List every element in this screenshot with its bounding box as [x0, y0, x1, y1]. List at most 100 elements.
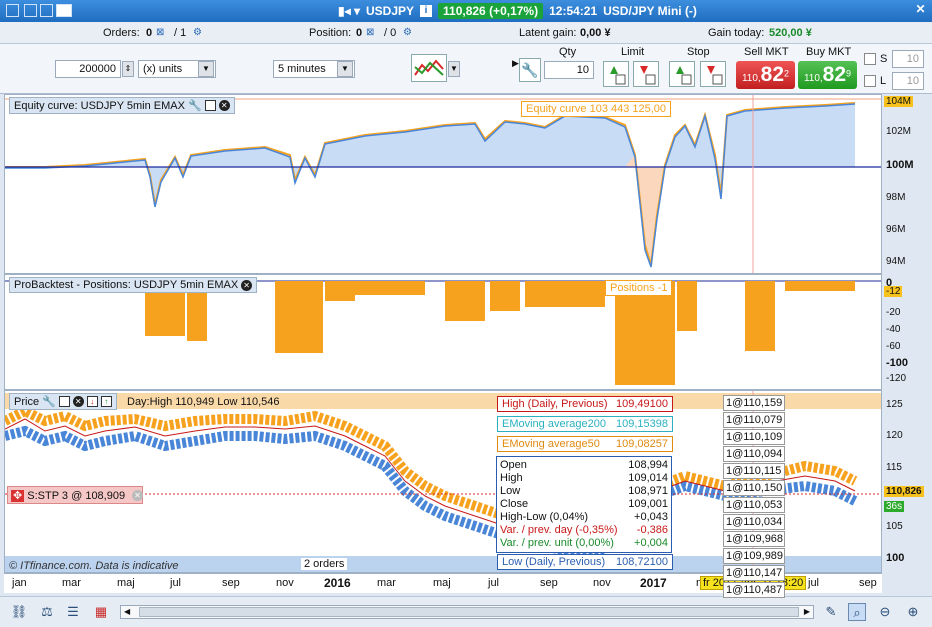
- watermark: © ITfinance.com. Data is indicative: [9, 560, 179, 572]
- chevron-down-icon[interactable]: ▼: [198, 61, 214, 77]
- ladder-item[interactable]: 1@110,109: [723, 429, 785, 445]
- ohlc-label: Var. / prev. day (-0,35%): [500, 524, 618, 536]
- ladder-item[interactable]: 1@110,487: [723, 582, 785, 598]
- move-order-icon[interactable]: ✥: [11, 490, 25, 502]
- stop-loss-input[interactable]: 10: [892, 50, 924, 68]
- layers-icon[interactable]: ▦: [92, 603, 110, 621]
- month-label: jan: [12, 577, 27, 589]
- stop-loss-checkbox[interactable]: [864, 53, 876, 65]
- buy-market-button[interactable]: 110,829: [798, 61, 857, 89]
- chevron-down-icon[interactable]: ▼: [337, 61, 353, 77]
- positions-legend: Positions -1: [605, 280, 673, 296]
- buy-panel-icon[interactable]: ↑: [100, 396, 112, 407]
- keyboard-icon[interactable]: [56, 4, 72, 17]
- ohlc-label: Low: [500, 485, 521, 497]
- scroll-right-icon[interactable]: ▶: [804, 607, 810, 616]
- close-panel-icon[interactable]: ✕: [72, 396, 84, 407]
- pin-icon[interactable]: ▮◂ ▾: [338, 4, 360, 18]
- time-scrollbar[interactable]: ◀ ▶: [120, 605, 814, 619]
- wrench-icon[interactable]: 🔧: [42, 395, 56, 408]
- price-tick-label: 125: [886, 399, 903, 410]
- qty-input[interactable]: 10: [544, 61, 594, 79]
- ohlc-value: 109,001: [628, 498, 668, 510]
- position-gear-icon[interactable]: ⚙: [403, 27, 412, 38]
- wrench-icon[interactable]: 🔧: [188, 99, 202, 112]
- ladder-item[interactable]: 1@110,147: [723, 565, 785, 581]
- buy-stop-icon: [676, 66, 692, 85]
- take-profit-input[interactable]: 10: [892, 72, 924, 90]
- equity-panel-header: Equity curve: USDJPY 5min EMAX 🔧 ✕: [9, 97, 235, 114]
- ohlc-value: 109,014: [628, 472, 668, 484]
- sell-mkt-label: Sell MKT: [744, 46, 789, 58]
- orders-count[interactable]: 2 orders: [301, 558, 348, 570]
- ladder-item[interactable]: 1@109,989: [723, 548, 785, 564]
- ladder-item[interactable]: 1@110,150: [723, 480, 785, 496]
- orders-label: Orders:: [103, 27, 140, 39]
- title-bar: ▮◂ ▾ USDJPY i 110,826 (+0,17%) 12:54:21 …: [0, 0, 932, 22]
- maximize-icon[interactable]: [40, 4, 53, 17]
- cancel-orders-icon[interactable]: ⊠: [156, 27, 164, 38]
- zoom-out-icon[interactable]: ⊖: [876, 603, 894, 621]
- buy-limit-button[interactable]: [603, 61, 629, 87]
- orders-gear-icon[interactable]: ⚙: [193, 27, 202, 38]
- sell-limit-button[interactable]: [633, 61, 659, 87]
- ohlc-value: 108,971: [628, 485, 668, 497]
- equity-tick-label: 94M: [886, 256, 906, 267]
- month-label: nov: [276, 577, 294, 589]
- ladder-item[interactable]: 1@110,159: [723, 395, 785, 411]
- info-icon[interactable]: i: [420, 5, 433, 17]
- scroll-thumb[interactable]: [139, 607, 799, 617]
- ladder-item[interactable]: 1@110,115: [723, 463, 785, 479]
- wrench-icon[interactable]: 🔧: [519, 58, 541, 82]
- take-profit-checkbox[interactable]: [864, 75, 876, 87]
- ladder-item[interactable]: 1@110,053: [723, 497, 785, 513]
- month-label: mar: [377, 577, 396, 589]
- orders-total: / 1: [174, 27, 187, 39]
- positions-tick-label: -100: [886, 357, 909, 369]
- quantity-spinner[interactable]: ⇕: [122, 61, 134, 77]
- zoom-select-icon[interactable]: ⌕: [848, 603, 866, 621]
- close-panel-icon[interactable]: ✕: [218, 100, 230, 111]
- stop-order-tag[interactable]: ✥ S:STP 3 @ 108,909: [7, 486, 143, 504]
- ohlc-row: High 109,014: [500, 472, 668, 485]
- ladder-item[interactable]: 1@110,094: [723, 446, 785, 462]
- close-panel-icon[interactable]: ✕: [241, 279, 253, 291]
- indicator-chart-icon[interactable]: [411, 54, 447, 82]
- positions-panel[interactable]: ProBacktest - Positions: USDJPY 5min EMA…: [4, 274, 882, 390]
- zoom-in-icon[interactable]: ⊕: [904, 603, 922, 621]
- indicator-dropdown[interactable]: ▼: [448, 61, 460, 77]
- take-profit-label: L: [880, 75, 887, 87]
- window-menu-icon[interactable]: [6, 4, 19, 17]
- close-icon[interactable]: ✕: [914, 3, 927, 17]
- maximize-panel-icon[interactable]: [58, 396, 70, 407]
- symbol-selector[interactable]: USDJPY: [366, 4, 414, 18]
- equity-curve-panel[interactable]: Equity curve: USDJPY 5min EMAX 🔧 ✕ Equit…: [4, 94, 882, 274]
- ladder-item[interactable]: 1@109,968: [723, 531, 785, 547]
- minimize-icon[interactable]: [24, 4, 37, 17]
- sell-panel-icon[interactable]: ↓: [86, 396, 98, 407]
- cancel-order-icon[interactable]: ✕: [132, 490, 143, 501]
- indicators-icon[interactable]: ⚖: [38, 603, 56, 621]
- scroll-left-icon[interactable]: ◀: [124, 607, 130, 616]
- latent-gain-value: 0,00 ¥: [580, 27, 611, 39]
- ema200-legend: EMoving average200 109,15398: [497, 416, 673, 432]
- chart-glyph-icon: [414, 59, 444, 76]
- close-position-icon[interactable]: ⊠: [366, 27, 374, 38]
- high-daily-label: High (Daily, Previous): [502, 398, 608, 410]
- drawing-tools-icon[interactable]: ✎: [822, 603, 840, 621]
- ema200-value: 109,15398: [616, 418, 668, 430]
- list-icon[interactable]: ☰: [64, 603, 82, 621]
- positions-panel-header: ProBacktest - Positions: USDJPY 5min EMA…: [9, 277, 258, 293]
- sell-stop-button[interactable]: [700, 61, 726, 87]
- link-chart-icon[interactable]: ⛓: [10, 603, 28, 621]
- position-value: 0: [356, 27, 363, 39]
- sell-market-button[interactable]: 110,822: [736, 61, 795, 89]
- ladder-item[interactable]: 1@110,079: [723, 412, 785, 428]
- positions-tick-label: -20: [886, 307, 901, 318]
- quantity-input[interactable]: 200000: [55, 60, 121, 78]
- order-toolbar: 200000 ⇕ (x) units ▼ 5 minutes ▼ ▼ ▶ 🔧 Q…: [0, 44, 932, 94]
- equity-legend: Equity curve 103 443 125,00: [521, 101, 672, 117]
- ladder-item[interactable]: 1@110,034: [723, 514, 785, 530]
- maximize-panel-icon[interactable]: [204, 100, 216, 111]
- buy-stop-button[interactable]: [669, 61, 695, 87]
